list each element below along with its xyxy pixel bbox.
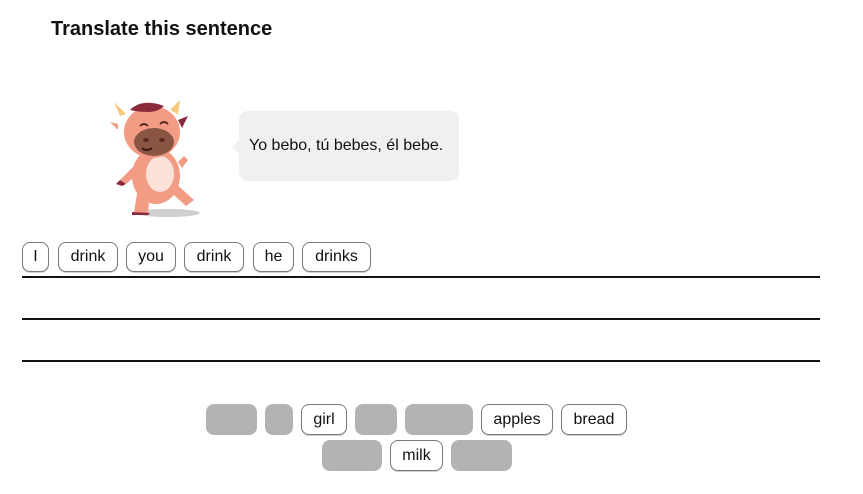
word-bank-chip[interactable]: girl xyxy=(301,404,347,435)
answer-word-chip[interactable]: he xyxy=(253,242,294,272)
answer-line xyxy=(22,318,820,320)
page-title: Translate this sentence xyxy=(51,18,273,40)
answer-word-chip[interactable]: drink xyxy=(184,242,244,272)
speech-bubble: Yo bebo, tú bebes, él bebe. xyxy=(232,111,459,181)
used-word-slot xyxy=(265,404,293,435)
answer-word-chip[interactable]: drink xyxy=(58,242,118,272)
answer-line xyxy=(22,276,820,278)
used-word-slot xyxy=(405,404,473,435)
answer-word-chip[interactable]: drinks xyxy=(302,242,371,272)
word-bank-chip[interactable]: apples xyxy=(481,404,553,435)
cartoon-cow-mascot-icon xyxy=(110,100,200,217)
used-word-slot xyxy=(451,440,512,471)
answer-line xyxy=(22,360,820,362)
used-word-slot xyxy=(355,404,397,435)
answer-word-chip[interactable]: I xyxy=(22,242,49,272)
prompt-sentence: Yo bebo, tú bebes, él bebe. xyxy=(249,137,444,154)
used-word-slot xyxy=(322,440,382,471)
answer-word-chip[interactable]: you xyxy=(126,242,176,272)
word-bank-chip[interactable]: bread xyxy=(561,404,627,435)
word-bank-chip[interactable]: milk xyxy=(390,440,443,471)
used-word-slot xyxy=(206,404,257,435)
